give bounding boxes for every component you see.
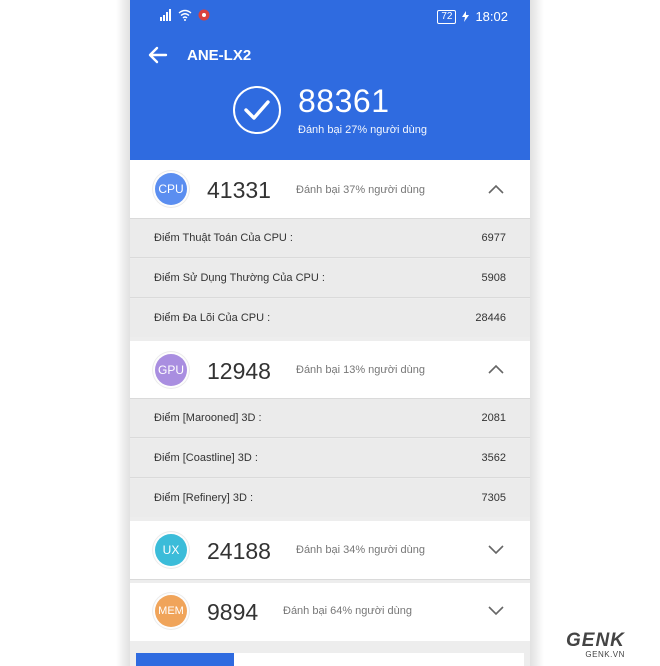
row-value: 28446 [475, 312, 506, 324]
row-label: Điểm Thuật Toán Của CPU : [154, 232, 293, 244]
device-name: ANE-LX2 [187, 47, 252, 64]
cpu-detail-row: Điểm Thuật Toán Của CPU : 6977 [130, 219, 530, 258]
row-value: 3562 [481, 452, 506, 464]
gpu-badge: GPU [155, 354, 187, 386]
cpu-section-header[interactable]: CPU 41331 Đánh bại 37% người dùng [130, 160, 530, 219]
ux-badge: UX [155, 534, 187, 566]
row-value: 2081 [481, 412, 506, 424]
back-arrow-icon[interactable] [148, 45, 168, 65]
ux-percentile: Đánh bại 34% người dùng [296, 544, 425, 556]
ux-score: 24188 [207, 538, 271, 564]
status-bar: 72 18:02 [130, 0, 530, 34]
signal-icon [160, 9, 171, 21]
gpu-score: 12948 [207, 358, 271, 384]
phone-shadow-left [116, 0, 130, 666]
total-percentile: Đánh bại 27% người dùng [298, 124, 427, 136]
chevron-up-icon[interactable] [488, 364, 504, 374]
notification-app-icon [198, 9, 210, 21]
status-right: 72 18:02 [437, 9, 508, 24]
row-value: 5908 [481, 272, 506, 284]
bottom-action-button[interactable] [136, 653, 234, 666]
cpu-badge: CPU [155, 173, 187, 205]
ux-section-header[interactable]: UX 24188 Đánh bại 34% người dùng [130, 521, 530, 580]
wifi-icon [178, 9, 192, 21]
cpu-detail-row: Điểm Đa Lõi Của CPU : 28446 [130, 299, 530, 337]
gpu-detail-row: Điểm [Refinery] 3D : 7305 [130, 479, 530, 517]
row-value: 7305 [481, 492, 506, 504]
row-label: Điểm [Marooned] 3D : [154, 412, 262, 424]
row-label: Điểm Sử Dụng Thường Của CPU : [154, 272, 325, 284]
row-label: Điểm Đa Lõi Của CPU : [154, 312, 271, 324]
status-icons [160, 9, 210, 21]
phone-screen: 72 18:02 ANE-LX2 88361 Đánh bại 27% ngườ… [130, 0, 530, 666]
row-label: Điểm [Refinery] 3D : [154, 492, 254, 504]
clock: 18:02 [475, 9, 508, 24]
mem-percentile: Đánh bại 64% người dùng [283, 605, 412, 617]
battery-icon: 72 [437, 9, 457, 24]
genk-watermark: GENK GENK.VN [566, 630, 625, 659]
total-score: 88361 [298, 83, 390, 119]
row-label: Điểm [Coastline] 3D : [154, 452, 258, 464]
row-value: 6977 [481, 232, 506, 244]
chevron-down-icon[interactable] [488, 606, 504, 616]
phone-shadow-right [530, 0, 544, 666]
gpu-detail-row: Điểm [Coastline] 3D : 3562 [130, 439, 530, 478]
chevron-down-icon[interactable] [488, 545, 504, 555]
mem-section-header[interactable]: MEM 9894 Đánh bại 64% người dùng [130, 583, 530, 641]
charging-icon [462, 11, 470, 22]
gpu-detail-row: Điểm [Marooned] 3D : 2081 [130, 399, 530, 438]
cpu-score: 41331 [207, 177, 271, 203]
chevron-up-icon[interactable] [488, 184, 504, 194]
mem-badge: MEM [155, 595, 187, 627]
mem-score: 9894 [207, 599, 259, 625]
watermark-brand: GENK [566, 630, 625, 651]
score-header: 72 18:02 ANE-LX2 88361 Đánh bại 27% ngườ… [130, 0, 530, 160]
gpu-section-header[interactable]: GPU 12948 Đánh bại 13% người dùng [130, 341, 530, 399]
cpu-detail-row: Điểm Sử Dụng Thường Của CPU : 5908 [130, 259, 530, 298]
gpu-percentile: Đánh bại 13% người dùng [296, 364, 425, 376]
check-icon [233, 86, 281, 134]
cpu-percentile: Đánh bại 37% người dùng [296, 184, 425, 196]
